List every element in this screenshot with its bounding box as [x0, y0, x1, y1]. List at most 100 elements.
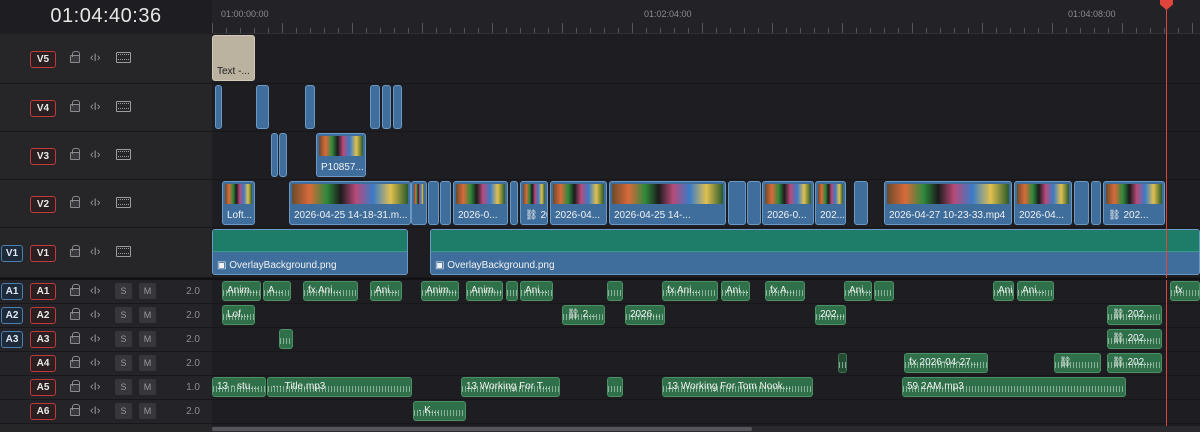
audio-clip[interactable]: [607, 377, 623, 397]
video-clip[interactable]: [271, 133, 278, 177]
audio-clip[interactable]: 13 - stu...: [212, 377, 266, 397]
audio-clip[interactable]: ⛓: [1054, 353, 1101, 373]
source-track-a1[interactable]: A1: [1, 283, 23, 300]
solo-button[interactable]: S: [115, 283, 132, 299]
video-clip[interactable]: [428, 181, 439, 225]
audio-clip[interactable]: fx 2026-04-27...: [904, 353, 988, 373]
video-clip[interactable]: 2026-0...: [762, 181, 814, 225]
track-enable-icon[interactable]: [116, 101, 131, 112]
audio-clip[interactable]: Ani...: [721, 281, 750, 301]
solo-button[interactable]: S: [115, 331, 132, 347]
audio-clip[interactable]: · K...: [413, 401, 466, 421]
video-clip[interactable]: 2026-04-25 14-...: [609, 181, 726, 225]
audio-clip[interactable]: ⛓ 2...: [562, 305, 605, 325]
track-enable-icon[interactable]: [116, 246, 131, 257]
auto-select-icon[interactable]: ‹I›: [90, 51, 100, 65]
track-label-a2[interactable]: A2: [30, 307, 56, 324]
track-label-a5[interactable]: A5: [30, 379, 56, 396]
mute-button[interactable]: M: [139, 307, 156, 323]
audio-clip[interactable]: fx: [1170, 281, 1200, 301]
audio-clip[interactable]: [279, 329, 293, 349]
timeline-ruler[interactable]: 01:00:00:00 01:02:04:00 01:04:08:00: [212, 0, 1200, 34]
lock-icon[interactable]: [70, 380, 80, 392]
audio-clip[interactable]: [607, 281, 623, 301]
video-clip[interactable]: 2026-04...: [550, 181, 607, 225]
lock-icon[interactable]: [70, 196, 80, 208]
video-clip[interactable]: 2026-04-27 10-23-33.mp4: [884, 181, 1012, 225]
video-clip[interactable]: [393, 85, 402, 129]
source-track-a3[interactable]: A3: [1, 331, 23, 348]
track-label-a6[interactable]: A6: [30, 403, 56, 420]
video-clip[interactable]: [382, 85, 391, 129]
video-clip[interactable]: 2026-04...: [1014, 181, 1072, 225]
video-clip[interactable]: [1091, 181, 1101, 225]
track-label-v1[interactable]: V1: [30, 245, 56, 262]
track-label-a1[interactable]: A1: [30, 283, 56, 300]
track-enable-icon[interactable]: [116, 197, 131, 208]
video-clip[interactable]: 202...: [815, 181, 846, 225]
audio-clip[interactable]: Ani...: [844, 281, 872, 301]
track-label-v2[interactable]: V2: [30, 196, 56, 213]
mute-button[interactable]: M: [139, 355, 156, 371]
audio-clip[interactable]: Ani...: [1017, 281, 1054, 301]
audio-clip[interactable]: 13 Working For Tom Nook...: [662, 377, 813, 397]
audio-clip[interactable]: Anim...: [466, 281, 503, 301]
track-label-a4[interactable]: A4: [30, 355, 56, 372]
solo-button[interactable]: S: [115, 403, 132, 419]
video-clip[interactable]: 2026-0...: [453, 181, 508, 225]
video-clip[interactable]: [305, 85, 315, 129]
video-clip[interactable]: [370, 85, 380, 129]
audio-clip[interactable]: ⛓ 202...: [1107, 305, 1162, 325]
audio-clip[interactable]: Anim...: [421, 281, 459, 301]
lock-icon[interactable]: [70, 356, 80, 368]
audio-clip[interactable]: Lof...: [222, 305, 255, 325]
solo-button[interactable]: S: [115, 307, 132, 323]
video-clip[interactable]: [747, 181, 761, 225]
video-clip[interactable]: [728, 181, 746, 225]
auto-select-icon[interactable]: ‹I›: [90, 356, 100, 370]
mute-button[interactable]: M: [139, 403, 156, 419]
auto-select-icon[interactable]: ‹I›: [90, 332, 100, 346]
lock-icon[interactable]: [70, 245, 80, 257]
audio-clip[interactable]: fx Ani...: [662, 281, 718, 301]
video-clip[interactable]: ⛓ 202...: [1103, 181, 1165, 225]
mute-button[interactable]: M: [139, 379, 156, 395]
audio-clip[interactable]: Ani...: [370, 281, 402, 301]
track-label-v4[interactable]: V4: [30, 100, 56, 117]
audio-clip[interactable]: fx Ani...: [303, 281, 358, 301]
audio-clip[interactable]: Ani...: [993, 281, 1014, 301]
audio-clip[interactable]: 2026...: [625, 305, 665, 325]
audio-clip[interactable]: Anim...: [222, 281, 261, 301]
video-clip[interactable]: [411, 181, 427, 225]
audio-clip[interactable]: [506, 281, 518, 301]
track-label-v3[interactable]: V3: [30, 148, 56, 165]
video-clip[interactable]: [279, 133, 287, 177]
video-clip[interactable]: [1074, 181, 1089, 225]
audio-clip[interactable]: ⛓ 202...: [1107, 329, 1162, 349]
audio-clip[interactable]: Ani...: [520, 281, 553, 301]
mute-button[interactable]: M: [139, 283, 156, 299]
video-clip[interactable]: [215, 85, 222, 129]
track-label-v5[interactable]: V5: [30, 51, 56, 68]
lock-icon[interactable]: [70, 148, 80, 160]
audio-clip[interactable]: 202...: [815, 305, 846, 325]
audio-clip[interactable]: 59 2AM.mp3: [902, 377, 1126, 397]
auto-select-icon[interactable]: ‹I›: [90, 404, 100, 418]
solo-button[interactable]: S: [115, 355, 132, 371]
lock-icon[interactable]: [70, 284, 80, 296]
lock-icon[interactable]: [70, 100, 80, 112]
playhead[interactable]: [1166, 0, 1167, 432]
lock-icon[interactable]: [70, 332, 80, 344]
lock-icon[interactable]: [70, 308, 80, 320]
horizontal-scrollbar[interactable]: [212, 426, 1200, 432]
audio-clip[interactable]: [874, 281, 894, 301]
video-clip[interactable]: [510, 181, 518, 225]
video-clip[interactable]: ⛓ 2026...: [520, 181, 548, 225]
source-track-v1[interactable]: V1: [1, 245, 23, 262]
source-track-a2[interactable]: A2: [1, 307, 23, 324]
compound-clip[interactable]: ▣ OverlayBackground.png: [212, 229, 408, 275]
track-label-a3[interactable]: A3: [30, 331, 56, 348]
mute-button[interactable]: M: [139, 331, 156, 347]
text-clip[interactable]: Text -...: [212, 35, 255, 81]
auto-select-icon[interactable]: ‹I›: [90, 245, 100, 259]
